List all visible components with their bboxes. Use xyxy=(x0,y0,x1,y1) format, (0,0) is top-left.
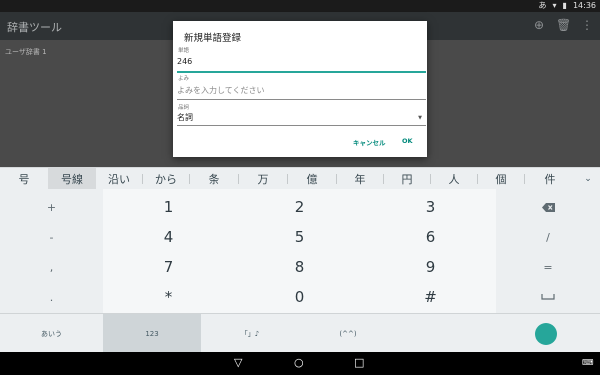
equals-key[interactable]: = xyxy=(496,252,600,282)
cancel-button[interactable]: キャンセル xyxy=(353,137,386,147)
suggestion[interactable]: 年 xyxy=(337,168,383,190)
symbol-mode-key[interactable]: 「」♪ xyxy=(201,314,299,353)
suggestion[interactable]: 件 xyxy=(525,168,575,190)
numeric-keyboard: + - , . 1 2 3 4 5 6 7 8 9 * 0 # / = xyxy=(0,189,600,313)
battery-icon: ▮ xyxy=(562,1,567,10)
pos-select-underline xyxy=(177,125,426,126)
suggestion[interactable]: 沿い xyxy=(96,168,142,190)
key-0[interactable]: 0 xyxy=(234,282,365,312)
suggestion[interactable]: 号 xyxy=(0,168,48,190)
keyboard-switch-icon[interactable]: ⌨ xyxy=(582,358,594,367)
app-title: 辞書ツール xyxy=(7,21,62,34)
wifi-icon: ▾ xyxy=(552,1,557,10)
suggestion[interactable]: 万 xyxy=(239,168,287,190)
status-time: 14:36 xyxy=(572,1,596,10)
key-2[interactable]: 2 xyxy=(234,192,365,222)
key-6[interactable]: 6 xyxy=(365,222,496,252)
key-8[interactable]: 8 xyxy=(234,252,365,282)
suggestion-selected[interactable]: 号線 xyxy=(48,168,96,190)
pos-caption: 品詞 xyxy=(178,105,190,111)
suggestion[interactable]: から xyxy=(143,168,189,190)
keyboard-mode-row: あいう 123 「」♪ (^^) xyxy=(0,313,600,353)
numeric-mode-key[interactable]: 123 xyxy=(103,314,201,353)
app-actions: ⊕ 🗑 ⋮ xyxy=(532,18,594,32)
space-icon[interactable] xyxy=(496,282,600,312)
reading-input[interactable]: よみを入力してください xyxy=(177,85,265,96)
home-icon[interactable]: ○ xyxy=(294,356,304,369)
comma-key[interactable]: , xyxy=(0,252,103,282)
hiragana-mode-key[interactable]: あいう xyxy=(0,314,103,353)
recents-icon[interactable]: □ xyxy=(354,356,364,369)
suggestion[interactable]: 個 xyxy=(478,168,524,190)
word-input-underline xyxy=(177,71,426,73)
delete-icon[interactable]: 🗑 xyxy=(556,18,571,32)
chevron-down-icon[interactable]: ⌄ xyxy=(576,168,600,190)
backspace-icon[interactable] xyxy=(496,192,600,222)
period-key[interactable]: . xyxy=(0,282,103,312)
add-icon[interactable]: ⊕ xyxy=(532,18,546,32)
key-9[interactable]: 9 xyxy=(365,252,496,282)
minus-key[interactable]: - xyxy=(0,222,103,252)
suggestion[interactable]: 人 xyxy=(431,168,477,190)
key-3[interactable]: 3 xyxy=(365,192,496,222)
dropdown-arrow-icon[interactable]: ▼ xyxy=(418,115,422,121)
pos-select[interactable]: 名詞 xyxy=(177,112,193,123)
key-1[interactable]: 1 xyxy=(103,192,234,222)
dictionary-item[interactable]: ユーザ辞書 1 xyxy=(5,47,47,57)
word-input[interactable]: 246 xyxy=(177,57,192,66)
suggestion-strip: 号 号線 沿い から 条 万 億 年 円 人 個 件 ⌄ xyxy=(0,167,600,190)
key-asterisk[interactable]: * xyxy=(103,282,234,312)
plus-key[interactable]: + xyxy=(0,192,103,222)
ime-indicator: あ xyxy=(538,1,547,10)
suggestion[interactable]: 条 xyxy=(190,168,238,190)
key-4[interactable]: 4 xyxy=(103,222,234,252)
more-vert-icon[interactable]: ⋮ xyxy=(580,18,594,32)
enter-key[interactable] xyxy=(535,323,557,345)
back-icon[interactable]: ▽ xyxy=(234,356,242,369)
suggestion[interactable]: 億 xyxy=(288,168,336,190)
ok-button[interactable]: OK xyxy=(402,137,413,145)
new-word-dialog: 新規単語登録 単語 246 よみ よみを入力してください 品詞 名詞 ▼ キャン… xyxy=(173,21,427,157)
suggestion[interactable]: 円 xyxy=(384,168,430,190)
word-caption: 単語 xyxy=(178,48,190,54)
key-hash[interactable]: # xyxy=(365,282,496,312)
slash-key[interactable]: / xyxy=(496,222,600,252)
status-bar: あ ▾ ▮ 14:36 xyxy=(0,0,600,12)
reading-input-underline xyxy=(177,99,426,100)
key-5[interactable]: 5 xyxy=(234,222,365,252)
key-7[interactable]: 7 xyxy=(103,252,234,282)
dialog-title: 新規単語登録 xyxy=(184,33,242,44)
reading-caption: よみ xyxy=(178,76,190,82)
emoticon-mode-key[interactable]: (^^) xyxy=(299,314,397,353)
navigation-bar: ▽ ○ □ ⌨ xyxy=(0,352,600,375)
